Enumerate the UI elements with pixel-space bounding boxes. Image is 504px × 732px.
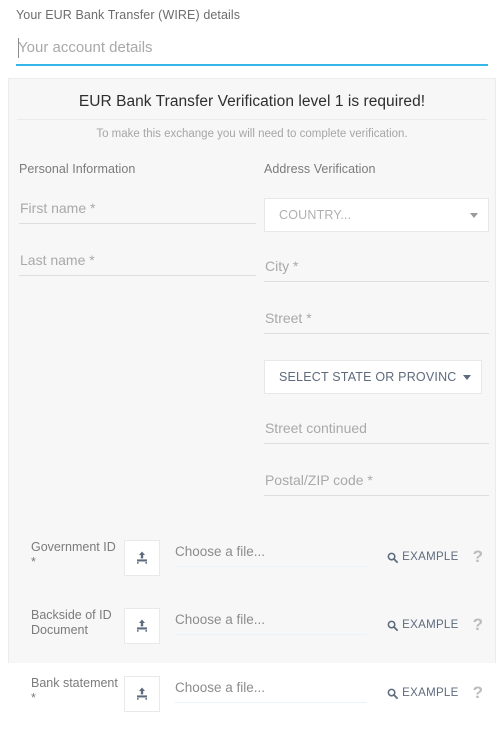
example-link-label: EXAMPLE xyxy=(402,551,459,563)
street-continued-input[interactable] xyxy=(263,418,489,444)
address-verification-column: Address Verification COUNTRY... SELECT S… xyxy=(256,162,495,522)
question-mark-icon[interactable]: ? xyxy=(473,684,483,701)
upload-button-bank-statement[interactable] xyxy=(124,676,160,712)
postal-code-input[interactable] xyxy=(263,470,489,496)
city-input[interactable] xyxy=(263,256,489,282)
personal-information-column: Personal Information xyxy=(9,162,256,522)
document-upload-list: Government ID * Choose a file... EXAMPLE… xyxy=(9,522,495,732)
verification-panel: EUR Bank Transfer Verification level 1 i… xyxy=(8,78,496,712)
last-name-field xyxy=(19,250,256,276)
street-input[interactable] xyxy=(263,308,489,334)
account-details-input-wrap xyxy=(16,36,488,68)
first-name-field xyxy=(19,198,256,224)
city-field xyxy=(263,256,489,282)
file-input-government-id[interactable]: Choose a file... xyxy=(160,538,387,567)
question-mark-icon[interactable]: ? xyxy=(473,616,483,633)
account-details-section: Your EUR Bank Transfer (WIRE) details xyxy=(0,0,504,68)
country-select-value: COUNTRY... xyxy=(278,208,352,222)
upload-icon xyxy=(137,551,147,564)
upload-actions: EXAMPLE ? xyxy=(387,674,495,701)
text-caret xyxy=(18,38,19,58)
upload-actions: EXAMPLE ? xyxy=(387,538,495,565)
chevron-down-icon xyxy=(462,374,471,380)
example-link-bank-statement[interactable]: EXAMPLE xyxy=(387,687,458,699)
account-details-input[interactable] xyxy=(16,36,488,66)
search-icon xyxy=(387,688,399,699)
file-placeholder: Choose a file... xyxy=(175,544,367,567)
country-select[interactable]: COUNTRY... xyxy=(263,198,489,232)
state-province-select-value: SELECT STATE OR PROVINCE... xyxy=(278,370,457,384)
verification-page: Your EUR Bank Transfer (WIRE) details EU… xyxy=(0,0,504,712)
upload-button-government-id[interactable] xyxy=(124,540,160,576)
file-input-backside-id[interactable]: Choose a file... xyxy=(160,606,387,635)
postal-code-field xyxy=(263,470,489,496)
upload-row: Government ID * Choose a file... EXAMPLE… xyxy=(9,528,495,596)
upload-label-backside-id: Backside of ID Document xyxy=(31,608,112,637)
last-name-input[interactable] xyxy=(19,250,256,276)
file-input-bank-statement[interactable]: Choose a file... xyxy=(160,674,387,703)
upload-row: Backside of ID Document Choose a file... xyxy=(9,596,495,664)
form-columns: Personal Information Address Verificatio… xyxy=(9,140,495,522)
search-icon xyxy=(387,552,399,563)
file-placeholder: Choose a file... xyxy=(175,612,367,635)
panel-title: EUR Bank Transfer Verification level 1 i… xyxy=(78,93,426,110)
street-field xyxy=(263,308,489,334)
question-mark-icon[interactable]: ? xyxy=(473,548,483,565)
upload-row: Bank statement * Choose a file... EXAMPL… xyxy=(9,664,495,732)
upload-label-government-id: Government ID * xyxy=(31,540,116,569)
street-continued-field xyxy=(263,418,489,444)
example-link-label: EXAMPLE xyxy=(402,687,459,699)
file-placeholder: Choose a file... xyxy=(175,680,367,703)
panel-subtitle: To make this exchange you will need to c… xyxy=(96,128,408,140)
upload-actions: EXAMPLE ? xyxy=(387,606,495,633)
personal-information-heading: Personal Information xyxy=(19,162,136,176)
upload-icon xyxy=(137,619,147,632)
first-name-input[interactable] xyxy=(19,198,256,224)
example-link-label: EXAMPLE xyxy=(402,619,459,631)
address-verification-heading: Address Verification xyxy=(263,162,376,176)
chevron-down-icon xyxy=(470,212,478,218)
account-details-label: Your EUR Bank Transfer (WIRE) details xyxy=(16,8,241,22)
upload-label-bank-statement: Bank statement * xyxy=(31,676,118,705)
upload-icon xyxy=(137,687,147,700)
example-link-backside-id[interactable]: EXAMPLE xyxy=(387,619,458,631)
search-icon xyxy=(387,620,399,631)
state-province-select[interactable]: SELECT STATE OR PROVINCE... xyxy=(263,360,482,394)
example-link-government-id[interactable]: EXAMPLE xyxy=(387,551,458,563)
upload-button-backside-id[interactable] xyxy=(124,608,160,644)
